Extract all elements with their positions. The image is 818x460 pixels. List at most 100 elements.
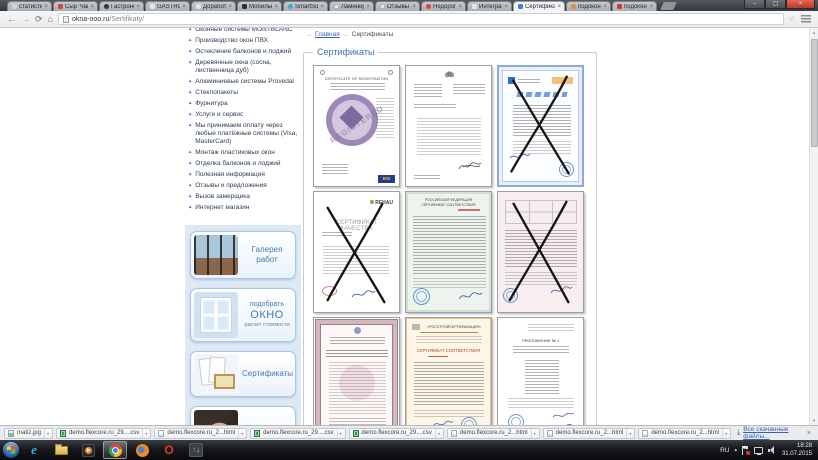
start-button[interactable]: [3, 442, 19, 458]
forward-icon[interactable]: →: [21, 15, 30, 24]
menu-item-otdelka[interactable]: ✦Отделка балконов и лоджий: [188, 160, 299, 168]
tab-close-icon[interactable]: ×: [458, 4, 462, 10]
download-caret-icon[interactable]: ▾: [44, 429, 51, 438]
menu-item-poleznaya[interactable]: ✦Полезная информация: [188, 171, 299, 179]
tab-close-icon[interactable]: ×: [557, 4, 561, 10]
download-item-csv-2[interactable]: demo.flexcore.ru_29....csv▾: [250, 428, 345, 439]
certificate-gost-green[interactable]: РОССИЙСКАЯ ФЕДЕРАЦИЯ СЕРТИФИКАТ СООТВЕТС…: [405, 191, 492, 313]
taskbar-firefox-icon[interactable]: [130, 441, 154, 459]
tab-close-icon[interactable]: ×: [228, 4, 232, 10]
certificate-pink-crossed[interactable]: [497, 191, 584, 313]
certificate-bsi[interactable]: CERTIFICATE OF REGISTRATION REGISTERED B…: [313, 65, 400, 187]
reload-icon[interactable]: ⟳: [35, 15, 43, 24]
menu-item-internet-magazin[interactable]: ✦Интернет магазин: [188, 204, 299, 212]
certificate-ornate-license[interactable]: [313, 317, 400, 426]
new-tab-button[interactable]: [660, 2, 677, 10]
certificate-rosstroy[interactable]: «РОССТРОЙСЕРТИФИКАЦИЯ» СЕРТИФИКАТ СООТВЕ…: [405, 317, 492, 426]
certificate-official-letter[interactable]: [405, 65, 492, 187]
tab-mobilnyj[interactable]: Мобильный×: [237, 1, 282, 11]
back-icon[interactable]: ←: [7, 15, 16, 24]
menu-item-steklopakety[interactable]: ✦Стеклопакеты: [188, 89, 299, 97]
menu-item-furnitura[interactable]: ✦Фурнитура: [188, 100, 299, 108]
certificate-rehau-crossed[interactable]: REHAU СЕРТИФИКАТ КАЧЕСТВА: [313, 191, 400, 313]
download-item-html-2[interactable]: demo.flexcore.ru_2...html▾: [447, 428, 540, 439]
download-caret-icon[interactable]: ▾: [238, 429, 245, 438]
taskbar-opera-icon[interactable]: O: [157, 441, 181, 459]
tab-close-icon[interactable]: ×: [44, 4, 48, 10]
bookmark-star-icon[interactable]: ☆: [789, 15, 796, 23]
tab-smartsoluti[interactable]: SmartSoluti×: [283, 1, 328, 11]
tab-syr-chanah[interactable]: Сыр 'Чанах×: [53, 1, 98, 11]
downloads-bar-close-icon[interactable]: ×: [807, 430, 811, 437]
tab-gastrono[interactable]: GASTRONO×: [145, 1, 190, 11]
download-caret-icon[interactable]: ▾: [531, 429, 538, 438]
menu-item-derevyannye[interactable]: ✦Деревянные окна (сосна, лиственница дуб…: [188, 59, 299, 75]
menu-item-otzyvy[interactable]: ✦Отзывы и предложения: [188, 182, 299, 190]
window-calculator-widget[interactable]: подобрать ОКНО расчет стоимости: [190, 288, 296, 342]
tab-dorabotki[interactable]: Доработки×: [191, 1, 236, 11]
window-close-button[interactable]: ×: [786, 0, 815, 9]
tab-otzyvy[interactable]: Отзывы×: [375, 1, 420, 11]
menu-item-osteklenie[interactable]: ✦Остекление балконов и лоджий: [188, 48, 299, 56]
download-item-html-3[interactable]: demo.flexcore.ru_2...html▾: [543, 428, 636, 439]
tab-close-icon[interactable]: ×: [603, 4, 607, 10]
window-maximize-button[interactable]: ▢: [765, 0, 786, 9]
tab-close-icon[interactable]: ×: [649, 4, 653, 10]
download-item-html-1[interactable]: demo.flexcore.ru_2...html▾: [154, 428, 247, 439]
tab-podokonnik-1[interactable]: подоконни×: [566, 1, 611, 11]
download-caret-icon[interactable]: ▾: [722, 429, 729, 438]
home-icon[interactable]: ⌂: [48, 15, 53, 24]
download-item-csv-3[interactable]: demo.flexcore.ru_29....csv▾: [349, 428, 444, 439]
window-minimize-button[interactable]: –: [744, 0, 765, 9]
scrollbar-thumb[interactable]: [811, 39, 818, 147]
download-caret-icon[interactable]: ▾: [435, 429, 442, 438]
tab-close-icon[interactable]: ×: [136, 4, 140, 10]
tab-close-icon[interactable]: ×: [412, 4, 416, 10]
tab-close-icon[interactable]: ×: [320, 4, 324, 10]
address-bar[interactable]: okna-ooo.ru/Sertifikaty/: [58, 13, 784, 25]
tab-close-icon[interactable]: ×: [274, 4, 278, 10]
download-caret-icon[interactable]: ▾: [337, 429, 344, 438]
network-icon[interactable]: [754, 447, 763, 454]
download-item-csv-1[interactable]: demo.flexcore.ru_29....csv▾: [56, 428, 151, 439]
action-center-flag-icon[interactable]: [742, 446, 749, 455]
taskbar-chrome-icon-active[interactable]: [103, 441, 127, 459]
tab-close-icon[interactable]: ×: [504, 4, 508, 10]
menu-item-montazh[interactable]: ✦Монтаж пластиковых окон: [188, 149, 299, 157]
breadcrumb-home-link[interactable]: Главная: [315, 32, 340, 39]
scrollbar-up-icon[interactable]: ▲: [810, 28, 818, 37]
download-caret-icon[interactable]: ▾: [626, 429, 633, 438]
certificate-attachment[interactable]: ПРИЛОЖЕНИЕ № 1: [497, 317, 584, 426]
certificates-widget[interactable]: Сертификаты: [190, 351, 296, 397]
menu-item-proizvodstvo[interactable]: ✦Производство окон ПВХ: [188, 37, 299, 45]
taskbar-file-explorer-icon[interactable]: [49, 441, 73, 459]
tab-gastronomi[interactable]: Гастрономи×: [99, 1, 144, 11]
tab-nedorogie[interactable]: Недорогие×: [421, 1, 466, 11]
download-item-html-4[interactable]: demo.flexcore.ru_2...html▾: [638, 428, 731, 439]
taskbar-internet-explorer-icon[interactable]: e: [22, 441, 46, 459]
tab-statistika[interactable]: статистика×: [7, 1, 52, 11]
hidden-icons-arrow[interactable]: ▴: [734, 447, 737, 453]
gallery-widget[interactable]: Галерея работ: [190, 231, 296, 279]
menu-item-alyuminievye[interactable]: ✦Алюминиевые системы Provedal: [188, 78, 299, 86]
taskbar-clock[interactable]: 18:28 31.07.2015: [782, 442, 812, 458]
menu-item-vyzov[interactable]: ✦Вызов замерщика: [188, 193, 299, 201]
scrollbar-down-icon[interactable]: ▼: [810, 416, 818, 425]
taskbar-media-player-icon[interactable]: [76, 441, 100, 459]
certificate-blue-frame-crossed[interactable]: [497, 65, 584, 187]
online-consultant-widget[interactable]: ONLINE: [190, 406, 296, 425]
tab-close-icon[interactable]: ×: [182, 4, 186, 10]
download-caret-icon[interactable]: ▾: [142, 429, 149, 438]
taskbar-transfers-icon[interactable]: ↑↓: [184, 441, 208, 459]
tab-podokonnik-2[interactable]: подоконни×: [612, 1, 657, 11]
page-scrollbar[interactable]: ▲ ▼: [809, 28, 818, 425]
tab-integraciya[interactable]: Интеграция×: [467, 1, 512, 11]
tab-close-icon[interactable]: ×: [90, 4, 94, 10]
download-item-matiz-jpg[interactable]: matiz.jpg▾: [4, 428, 53, 439]
browser-menu-icon[interactable]: [801, 15, 811, 23]
tab-sertifikat-active[interactable]: Сертификат×: [513, 1, 565, 11]
menu-item-oplata[interactable]: ✦Мы принимаем оплату через любые платёжн…: [188, 122, 299, 146]
language-indicator[interactable]: RU: [720, 447, 729, 454]
tab-close-icon[interactable]: ×: [366, 4, 370, 10]
menu-item-uslugi[interactable]: ✦Услуги и сервис: [188, 111, 299, 119]
